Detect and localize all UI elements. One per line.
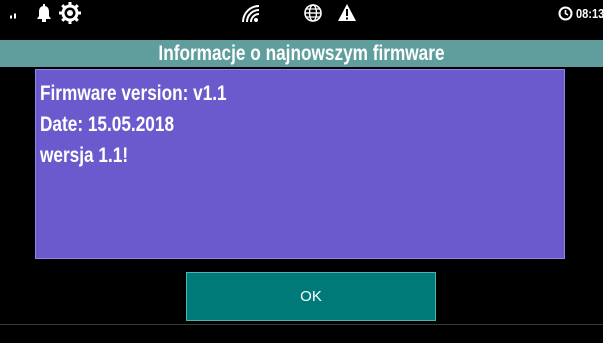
clock-icon — [558, 6, 573, 21]
firmware-date-line: Date: 15.05.2018 — [40, 113, 175, 136]
dialog-title-bar: Informacje o najnowszym firmware — [0, 40, 603, 67]
firmware-version-line: Firmware version: v1.1 — [40, 82, 227, 105]
firmware-notes-line: wersja 1.1! — [40, 144, 129, 167]
gear-icon[interactable] — [58, 0, 82, 27]
warning-icon — [338, 4, 356, 21]
clock-time: 08:13 — [576, 6, 603, 21]
firmware-info-panel: Firmware version: v1.1 Date: 15.05.2018 … — [35, 69, 565, 259]
wifi-icon — [242, 5, 260, 23]
clock: 08:13 — [558, 0, 603, 27]
signal-dots-icon — [10, 13, 16, 19]
dialog-title: Informacje o najnowszym firmware — [158, 41, 445, 65]
bell-icon — [37, 4, 51, 22]
status-bar: 08:13 — [0, 0, 603, 27]
globe-icon — [304, 4, 322, 22]
bottom-divider — [0, 324, 603, 325]
ok-button[interactable]: OK — [186, 272, 436, 321]
